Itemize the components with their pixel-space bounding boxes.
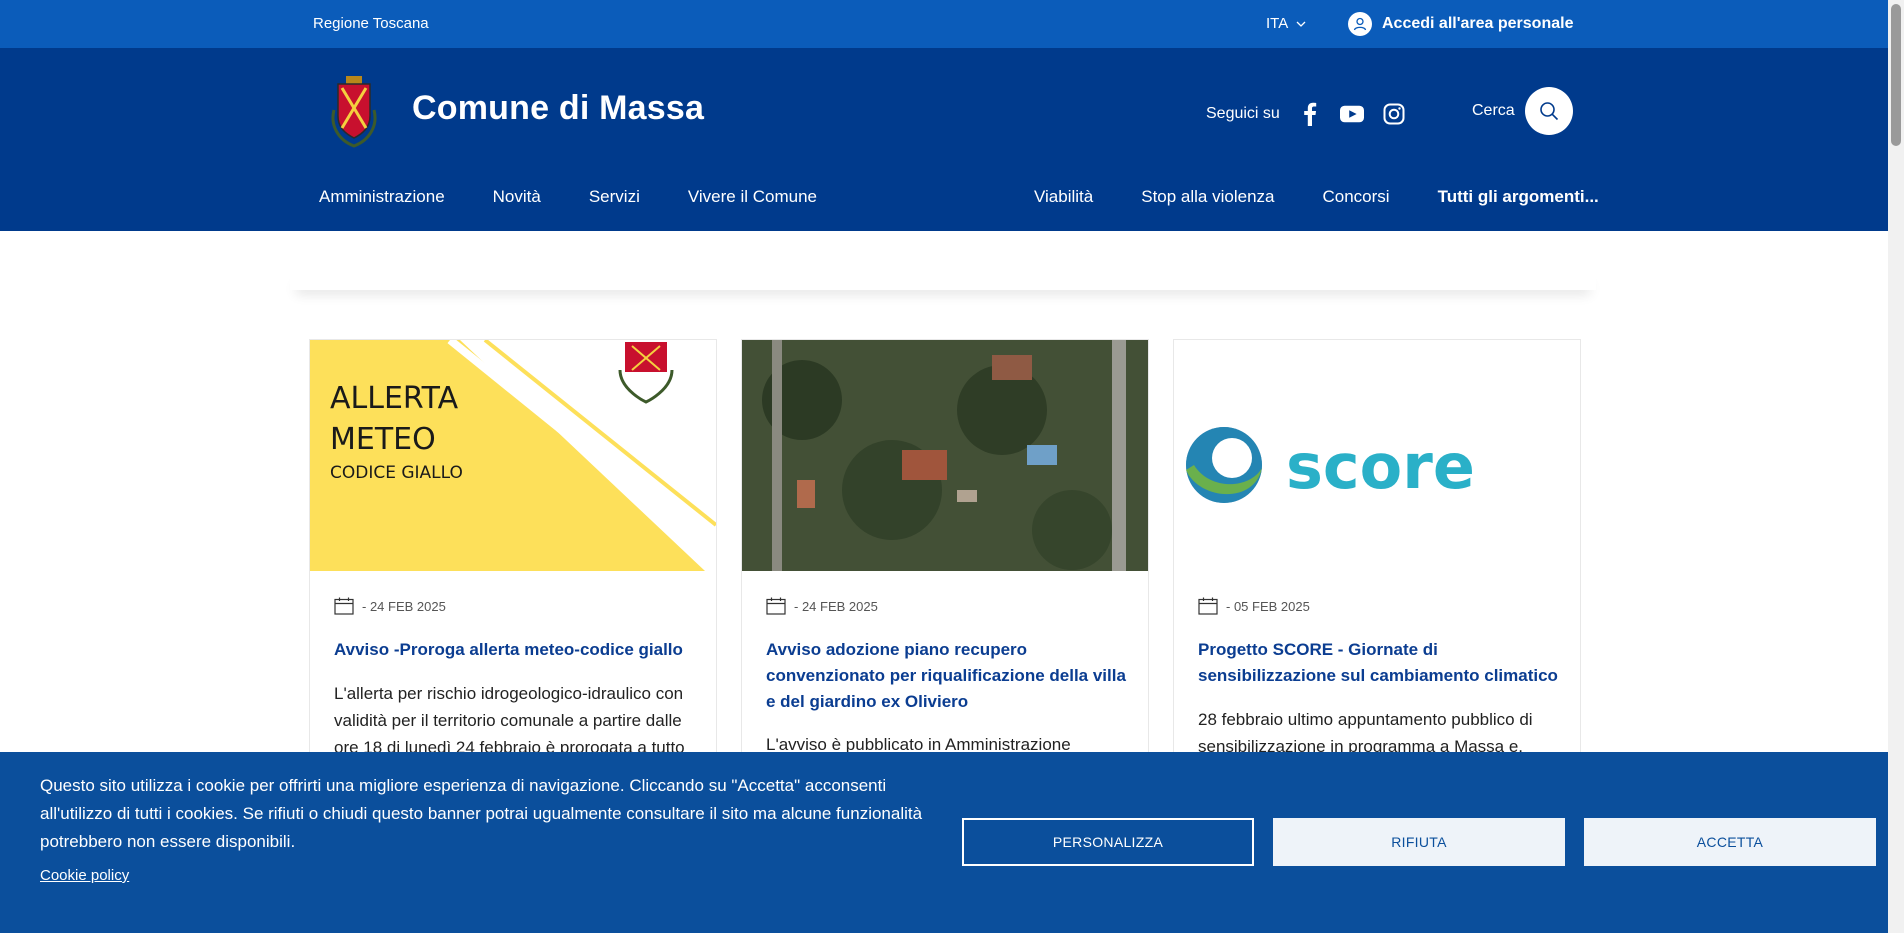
- site-title[interactable]: Comune di Massa: [412, 89, 704, 128]
- card-image-aerial[interactable]: [742, 340, 1148, 571]
- card-date: - 24 FEB 2025: [766, 597, 878, 615]
- nav-item-tutti-gli-argomenti[interactable]: Tutti gli argomenti...: [1438, 187, 1599, 207]
- card-title[interactable]: Progetto SCORE - Giornate di sensibilizz…: [1198, 637, 1558, 689]
- card-date-text: - 05 FEB 2025: [1226, 598, 1310, 614]
- allerta-line-3: CODICE GIALLO: [330, 463, 463, 483]
- card-date-text: - 24 FEB 2025: [794, 598, 878, 614]
- chevron-down-icon: [1296, 21, 1306, 27]
- personalizza-button[interactable]: PERSONALIZZA: [962, 818, 1254, 866]
- scrollbar-thumb[interactable]: [1891, 4, 1901, 146]
- rifiuta-button[interactable]: RIFIUTA: [1273, 818, 1565, 866]
- calendar-icon: [1198, 597, 1218, 615]
- cookie-policy-link[interactable]: Cookie policy: [40, 867, 129, 884]
- login-label: Accedi all'area personale: [1382, 15, 1574, 32]
- nav-item-concorsi[interactable]: Concorsi: [1323, 187, 1390, 207]
- social-follow: Seguici su: [1206, 102, 1406, 126]
- card-date-text: - 24 FEB 2025: [362, 598, 446, 614]
- allerta-line-1: ALLERTA: [330, 381, 459, 416]
- search-icon: [1540, 102, 1559, 121]
- user-icon: [1348, 12, 1372, 36]
- card-title[interactable]: Avviso adozione piano recupero convenzio…: [766, 637, 1126, 715]
- news-card[interactable]: ALLERTA METEO CODICE GIALLO - 24 FEB 202…: [309, 339, 717, 761]
- calendar-icon: [334, 597, 354, 615]
- allerta-meteo-image: ALLERTA METEO CODICE GIALLO: [310, 340, 716, 571]
- allerta-line-2: METEO: [330, 422, 436, 457]
- search-label: Cerca: [1472, 102, 1515, 119]
- score-logo-image: score: [1174, 340, 1580, 571]
- instagram-icon[interactable]: [1382, 102, 1406, 126]
- card-text: L'allerta per rischio idrogeologico-idra…: [334, 684, 685, 757]
- card-date: - 24 FEB 2025: [334, 597, 446, 615]
- news-card[interactable]: score - 05 FEB 2025 Progetto SCORE - Gio…: [1173, 339, 1581, 761]
- nav-item-novita[interactable]: Novità: [493, 187, 541, 207]
- nav-item-amministrazione[interactable]: Amministrazione: [319, 187, 445, 207]
- region-link[interactable]: Regione Toscana: [313, 15, 429, 32]
- score-wordmark: score: [1286, 430, 1475, 503]
- main-nav: Amministrazione Novità Servizi Vivere il…: [319, 187, 817, 207]
- coat-of-arms-logo[interactable]: [328, 70, 380, 152]
- facebook-icon[interactable]: [1298, 102, 1322, 126]
- section-divider: [290, 268, 1596, 290]
- language-label: ITA: [1266, 15, 1289, 32]
- card-image-score[interactable]: score: [1174, 340, 1580, 571]
- site-header: Comune di Massa Seguici su Cerca Amminis…: [0, 48, 1888, 231]
- secondary-nav: Viabilità Stop alla violenza Concorsi Tu…: [1034, 187, 1599, 207]
- top-bar: Regione Toscana ITA Accedi all'area pers…: [0, 0, 1888, 48]
- cookie-banner: Questo sito utilizza i cookie per offrir…: [0, 752, 1888, 933]
- language-selector[interactable]: ITA: [1266, 15, 1306, 32]
- calendar-icon: [766, 597, 786, 615]
- youtube-icon[interactable]: [1339, 102, 1364, 126]
- cookie-message: Questo sito utilizza i cookie per offrir…: [40, 776, 923, 851]
- page-scrollbar[interactable]: [1888, 0, 1904, 933]
- nav-item-servizi[interactable]: Servizi: [589, 187, 640, 207]
- card-title[interactable]: Avviso -Proroga allerta meteo-codice gia…: [334, 637, 694, 663]
- card-image-allerta-meteo[interactable]: ALLERTA METEO CODICE GIALLO: [310, 340, 716, 571]
- nav-item-vivere-il-comune[interactable]: Vivere il Comune: [688, 187, 817, 207]
- accetta-button[interactable]: ACCETTA: [1584, 818, 1876, 866]
- follow-label: Seguici su: [1206, 105, 1280, 122]
- aerial-map-image: [742, 340, 1148, 571]
- login-button[interactable]: Accedi all'area personale: [1348, 12, 1573, 36]
- nav-item-stop-alla-violenza[interactable]: Stop alla violenza: [1141, 187, 1274, 207]
- news-card[interactable]: - 24 FEB 2025 Avviso adozione piano recu…: [741, 339, 1149, 761]
- nav-item-viabilita[interactable]: Viabilità: [1034, 187, 1093, 207]
- card-date: - 05 FEB 2025: [1198, 597, 1310, 615]
- search-button[interactable]: [1525, 87, 1573, 135]
